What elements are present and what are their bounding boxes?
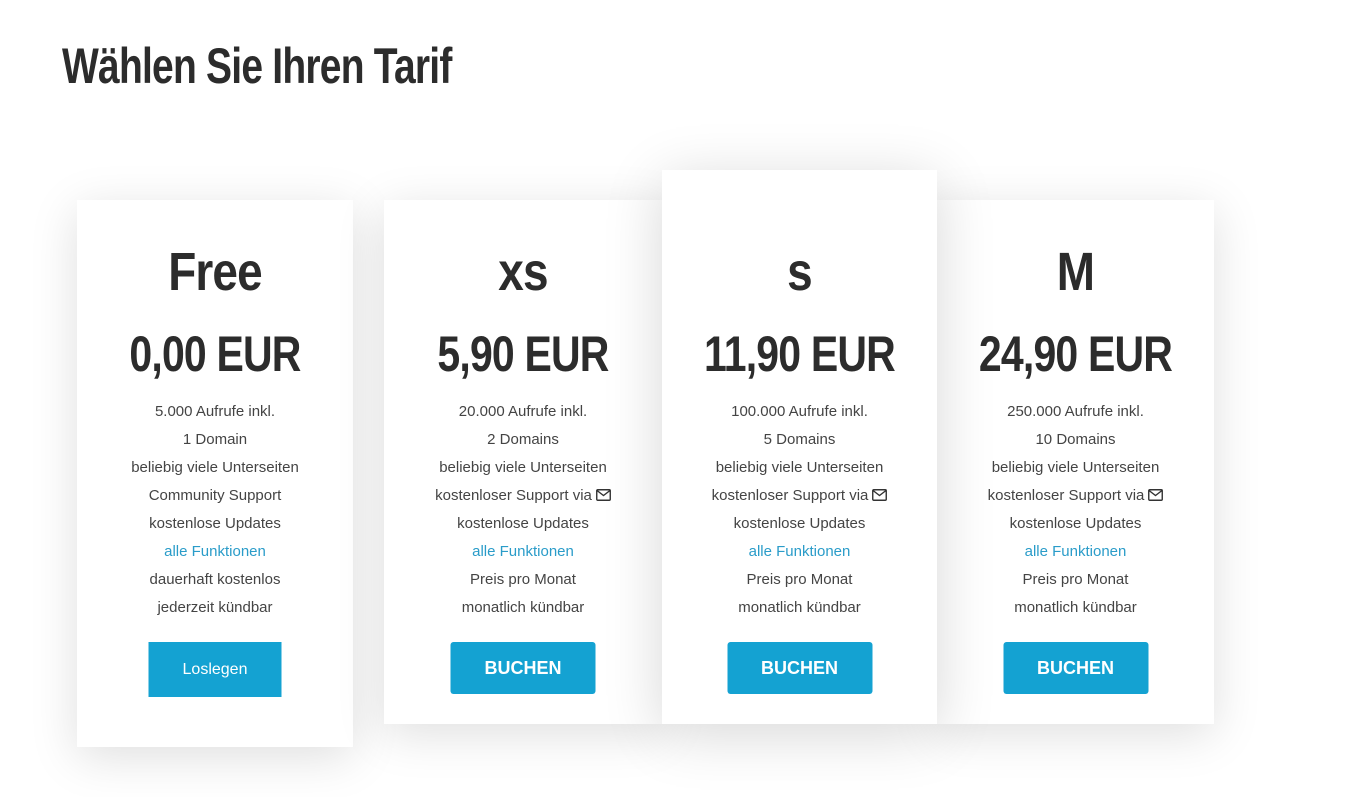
feature-item: beliebig viele Unterseiten	[131, 459, 299, 476]
feature-item: 20.000 Aufrufe inkl.	[458, 403, 588, 420]
feature-item: 5.000 Aufrufe inkl.	[154, 403, 276, 420]
book-s-button[interactable]: BUCHEN	[727, 642, 872, 694]
start-free-button[interactable]: Loslegen	[148, 642, 282, 697]
all-features-link[interactable]: alle Funktionen	[77, 538, 353, 566]
feature-item: kostenlose Updates	[733, 515, 866, 532]
plan-card-xs: xs 5,90 EUR 20.000 Aufrufe inkl. 2 Domai…	[384, 200, 662, 724]
feature-list: 100.000 Aufrufe inkl. 5 Domains beliebig…	[662, 398, 937, 622]
support-label: kostenloser Support via	[987, 487, 1145, 504]
feature-item: 5 Domains	[763, 431, 836, 448]
feature-list: 250.000 Aufrufe inkl. 10 Domains beliebi…	[937, 398, 1214, 622]
envelope-icon	[872, 489, 888, 501]
plan-card-free: Free 0,00 EUR 5.000 Aufrufe inkl. 1 Doma…	[77, 200, 353, 747]
feature-item: monatlich kündbar	[461, 599, 585, 616]
feature-item-support: kostenloser Support via	[662, 482, 937, 510]
page-title: Wählen Sie Ihren Tarif	[62, 38, 452, 94]
feature-item: beliebig viele Unterseiten	[439, 459, 607, 476]
feature-item: beliebig viele Unterseiten	[991, 459, 1160, 476]
feature-item: 1 Domain	[182, 431, 248, 448]
feature-item-support: kostenloser Support via	[384, 482, 662, 510]
feature-item: dauerhaft kostenlos	[149, 571, 281, 588]
plan-name: Free	[168, 242, 262, 302]
plan-price: 0,00 EUR	[129, 326, 301, 382]
feature-item: 2 Domains	[487, 431, 559, 448]
feature-item: 10 Domains	[1035, 431, 1116, 448]
plan-price: 11,90 EUR	[704, 326, 896, 382]
all-features-link[interactable]: alle Funktionen	[384, 538, 662, 566]
feature-item: kostenlose Updates	[1009, 515, 1142, 532]
envelope-icon	[1148, 489, 1164, 501]
plan-price: 24,90 EUR	[978, 326, 1173, 382]
support-label: kostenloser Support via	[711, 487, 869, 504]
feature-list: 20.000 Aufrufe inkl. 2 Domains beliebig …	[384, 398, 662, 622]
feature-item: monatlich kündbar	[738, 599, 861, 616]
feature-item: monatlich kündbar	[1014, 599, 1137, 616]
book-xs-button[interactable]: BUCHEN	[450, 642, 596, 694]
feature-item: 100.000 Aufrufe inkl.	[731, 403, 868, 420]
feature-item: kostenlose Updates	[149, 515, 281, 532]
feature-list: 5.000 Aufrufe inkl. 1 Domain beliebig vi…	[77, 398, 353, 622]
feature-item: Preis pro Monat	[746, 571, 853, 588]
plan-price: 5,90 EUR	[437, 326, 609, 382]
feature-item: jederzeit kündbar	[157, 599, 273, 616]
feature-item-support: kostenloser Support via	[937, 482, 1214, 510]
all-features-link[interactable]: alle Funktionen	[662, 538, 937, 566]
feature-item: Community Support	[148, 487, 282, 504]
book-m-button[interactable]: BUCHEN	[1003, 642, 1148, 694]
feature-item: Preis pro Monat	[1022, 571, 1129, 588]
plan-name: s	[787, 242, 813, 302]
feature-item: 250.000 Aufrufe inkl.	[1007, 403, 1144, 420]
all-features-link[interactable]: alle Funktionen	[937, 538, 1214, 566]
plan-name: M	[1056, 242, 1095, 302]
envelope-icon	[595, 489, 611, 501]
support-label: kostenloser Support via	[435, 487, 592, 504]
plan-name: xs	[498, 242, 548, 302]
feature-item: Preis pro Monat	[470, 571, 576, 588]
feature-item: kostenlose Updates	[457, 515, 589, 532]
plan-card-s: s 11,90 EUR 100.000 Aufrufe inkl. 5 Doma…	[662, 170, 937, 724]
plan-card-m: M 24,90 EUR 250.000 Aufrufe inkl. 10 Dom…	[937, 200, 1214, 724]
feature-item: beliebig viele Unterseiten	[715, 459, 884, 476]
